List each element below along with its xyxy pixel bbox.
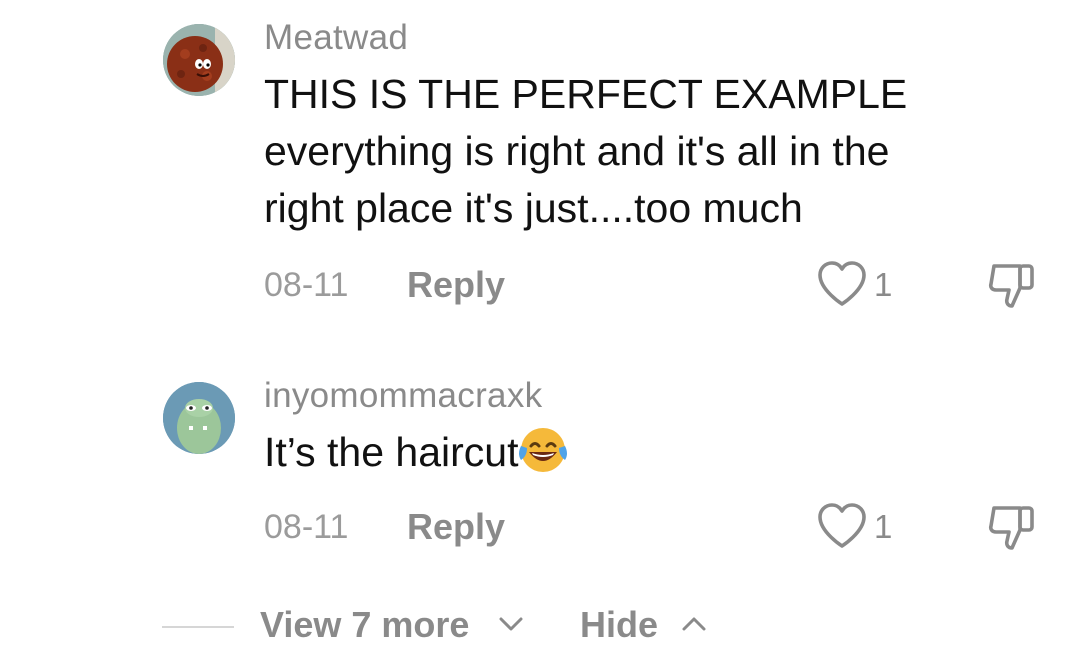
green-character-avatar[interactable]	[163, 382, 235, 454]
comment-item-inyomommacraxk: inyomommacraxk It’s the haircut 08-11 Re…	[0, 360, 1080, 560]
comment-text-content: It’s the haircut	[264, 429, 519, 475]
comment-username[interactable]: inyomommacraxk	[264, 376, 542, 416]
like-count: 1	[874, 508, 893, 545]
heart-outline-icon	[818, 503, 866, 548]
reply-button[interactable]: Reply	[407, 506, 505, 548]
comment-text-line: right place it's just....too much	[264, 185, 803, 231]
comment-date: 08-11	[264, 266, 349, 304]
like-count: 1	[874, 266, 893, 303]
thumbs-down-icon	[988, 506, 1034, 550]
chevron-down-icon[interactable]	[497, 614, 525, 634]
replies-divider	[162, 626, 234, 628]
replies-footer: View 7 more Hide	[0, 600, 1080, 655]
face-with-tears-of-joy-emoji	[518, 428, 567, 472]
comment-actions: 08-11 Reply 1	[264, 261, 1044, 310]
comment-username[interactable]: Meatwad	[264, 18, 408, 58]
comment-text-line: THIS IS THE PERFECT EXAMPLE	[264, 71, 908, 117]
comment-actions: 08-11 Reply 1	[264, 503, 1044, 552]
hide-replies-button[interactable]: Hide	[580, 604, 658, 646]
comment-text-line: everything is right and it's all in the	[264, 128, 890, 174]
heart-outline-icon	[818, 261, 866, 306]
reply-button[interactable]: Reply	[407, 264, 505, 306]
chevron-up-icon[interactable]	[680, 614, 708, 634]
meatwad-avatar[interactable]	[163, 24, 235, 96]
thumbs-down-icon	[988, 264, 1034, 308]
comment-text: THIS IS THE PERFECT EXAMPLE everything i…	[264, 66, 1044, 237]
view-more-replies-button[interactable]: View 7 more	[260, 604, 469, 646]
dislike-button[interactable]	[986, 258, 1040, 312]
comment-text: It’s the haircut	[264, 424, 1044, 481]
dislike-button[interactable]	[986, 500, 1040, 554]
comment-date: 08-11	[264, 508, 349, 546]
comment-item-meatwad: Meatwad THIS IS THE PERFECT EXAMPLE ever…	[0, 0, 1080, 320]
like-button[interactable]: 1	[816, 260, 936, 310]
like-button[interactable]: 1	[816, 502, 936, 552]
